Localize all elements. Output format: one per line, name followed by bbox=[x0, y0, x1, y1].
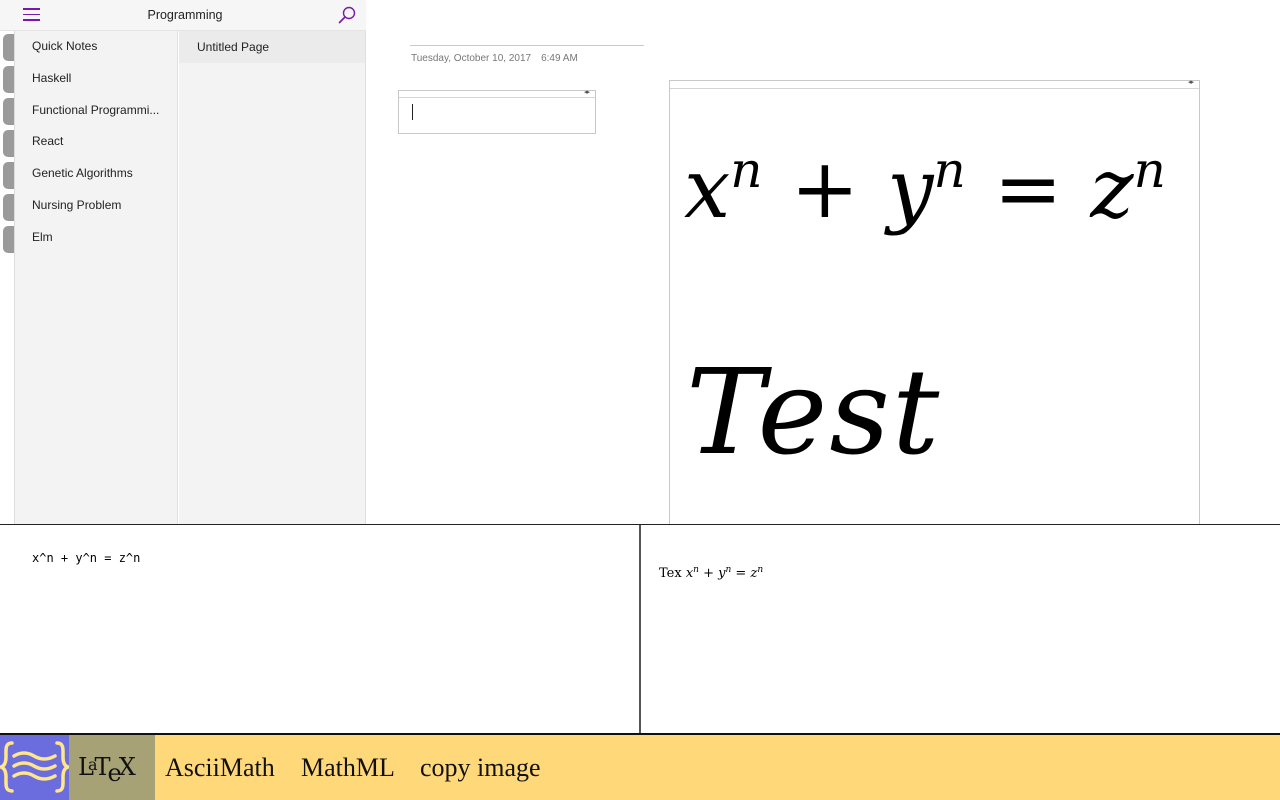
rendered-test-text: Test bbox=[686, 343, 942, 481]
equation-variable: x bbox=[684, 142, 731, 237]
section-list: Quick Notes Haskell Functional Programmi… bbox=[15, 31, 178, 525]
equation-exponent: n bbox=[1133, 141, 1166, 199]
page-timestamp: Tuesday, October 10, 2017 6:49 AM bbox=[411, 53, 578, 64]
page-item-untitled[interactable]: Untitled Page bbox=[179, 31, 365, 63]
preview-operator: = bbox=[731, 566, 751, 581]
section-item-react[interactable]: React bbox=[15, 126, 177, 158]
asciimath-button[interactable]: AsciiMath bbox=[165, 753, 275, 783]
section-tab-marker bbox=[3, 34, 14, 61]
section-tab-marker bbox=[3, 194, 14, 221]
section-item-elm[interactable]: Elm bbox=[15, 222, 177, 254]
preview-prefix: Tex bbox=[659, 566, 682, 581]
notebook-title[interactable]: Programming bbox=[60, 8, 310, 22]
equation-exponent: n bbox=[933, 141, 966, 199]
math-container-handle-bar[interactable]: ◂▸ bbox=[670, 78, 1199, 89]
resize-handle-icon[interactable]: ◂▸ bbox=[1188, 78, 1194, 86]
notebook-header: Programming bbox=[0, 0, 366, 31]
page-date: Tuesday, October 10, 2017 bbox=[411, 53, 532, 64]
section-tab-marker bbox=[3, 130, 14, 157]
source-editor-pane[interactable]: x^n + y^n = z^n bbox=[0, 525, 640, 733]
preview-variable: y bbox=[718, 566, 726, 581]
source-editor-text[interactable]: x^n + y^n = z^n bbox=[32, 551, 140, 565]
section-item-nursing-problem[interactable]: Nursing Problem bbox=[15, 190, 177, 222]
preview-output: Tex xn + yn = zn bbox=[659, 565, 763, 581]
text-cursor bbox=[412, 104, 413, 120]
page-canvas[interactable]: Tuesday, October 10, 2017 6:49 AM ◂▸ ◂▸ x… bbox=[367, 0, 1280, 530]
section-tab-marker bbox=[3, 226, 14, 253]
section-tab-marker bbox=[3, 162, 14, 189]
equation-variable: y bbox=[887, 142, 934, 237]
page-list: Untitled Page bbox=[179, 31, 366, 525]
curly-braces-logo-icon bbox=[0, 735, 74, 800]
hamburger-menu-icon[interactable] bbox=[23, 8, 40, 22]
latex-label: LaTeX bbox=[78, 753, 136, 787]
equation-exponent: n bbox=[730, 141, 763, 199]
section-tab-marker bbox=[3, 98, 14, 125]
onenote-window: Programming Quick Notes Haskell Function… bbox=[0, 0, 1280, 530]
latex-button[interactable]: LaTeX bbox=[69, 735, 155, 800]
section-tab-marker bbox=[3, 66, 14, 93]
equation-variable: z bbox=[1090, 142, 1134, 237]
section-item-functional-programming[interactable]: Functional Programmi... bbox=[15, 95, 177, 127]
search-icon[interactable] bbox=[336, 4, 358, 26]
notebook-tab-strip bbox=[0, 31, 15, 525]
page-time: 6:49 AM bbox=[541, 53, 578, 64]
copy-image-button[interactable]: copy image bbox=[420, 753, 541, 783]
math-image-container[interactable]: ◂▸ xn + yn = zn Test bbox=[669, 78, 1200, 530]
section-item-genetic-algorithms[interactable]: Genetic Algorithms bbox=[15, 158, 177, 190]
mathml-button[interactable]: MathML bbox=[301, 753, 395, 783]
page-title-field[interactable] bbox=[410, 45, 644, 46]
note-container[interactable]: ◂▸ bbox=[398, 88, 596, 134]
section-item-haskell[interactable]: Haskell bbox=[15, 63, 177, 95]
equation-operator: + bbox=[790, 142, 860, 237]
preview-equation: xn + yn = zn bbox=[686, 565, 764, 581]
preview-pane: Tex xn + yn = zn bbox=[641, 525, 1280, 733]
resize-handle-icon[interactable]: ◂▸ bbox=[584, 88, 590, 96]
equation-operator: = bbox=[993, 142, 1063, 237]
section-item-quick-notes[interactable]: Quick Notes bbox=[15, 31, 177, 63]
bottom-toolbar: LaTeX AsciiMath MathML copy image bbox=[0, 733, 1280, 800]
rendered-equation: xn + yn = zn bbox=[684, 141, 1166, 237]
note-container-handle-bar[interactable]: ◂▸ bbox=[399, 88, 595, 98]
preview-operator: + bbox=[698, 566, 719, 581]
preview-exponent: n bbox=[757, 565, 764, 575]
